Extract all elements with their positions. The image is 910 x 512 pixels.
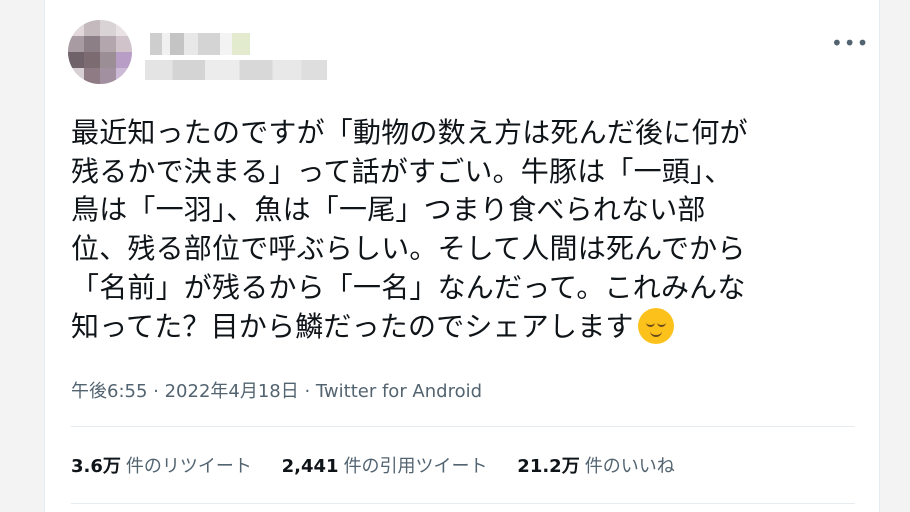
- like-count-value: 21.2万: [517, 456, 580, 477]
- avatar[interactable]: [68, 20, 132, 84]
- relieved-face-icon: [637, 307, 674, 344]
- tweet-text-line: 位、残る部位で呼ぶらしい。そして人間は死んでから: [71, 232, 746, 266]
- divider: [71, 503, 855, 504]
- tweet-card: ••• 最近知ったのですが「動物の数え方は死んだ後に何が 残るかで決まる」って話…: [44, 0, 880, 512]
- like-count-label: 件のいいね: [584, 456, 675, 477]
- retweet-count-value: 3.6万: [71, 456, 121, 477]
- tweet-text: 最近知ったのですが「動物の数え方は死んだ後に何が 残るかで決まる」って話がすごい…: [71, 114, 861, 346]
- divider: [71, 426, 855, 427]
- retweet-count[interactable]: 3.6万 件のリツイート: [71, 452, 252, 478]
- username-blurred[interactable]: [145, 60, 327, 80]
- tweet-timestamp[interactable]: 午後6:55 · 2022年4月18日 · Twitter for Androi…: [71, 377, 482, 403]
- tweet-text-line: 鳥は「一羽」、魚は「一尾」つまり食べられない部: [71, 193, 706, 227]
- quote-count-value: 2,441: [281, 456, 339, 477]
- more-icon[interactable]: •••: [831, 33, 868, 53]
- retweet-count-label: 件のリツイート: [125, 456, 252, 477]
- quote-count-label: 件の引用ツイート: [343, 456, 488, 477]
- like-count[interactable]: 21.2万 件のいいね: [517, 452, 674, 478]
- display-name-blurred[interactable]: [150, 33, 250, 55]
- tweet-text-line: 残るかで決まる」って話がすごい。牛豚は「一頭」、: [71, 154, 733, 188]
- quote-tweet-count[interactable]: 2,441 件の引用ツイート: [282, 452, 488, 478]
- engagement-stats: 3.6万 件のリツイート 2,441 件の引用ツイート 21.2万 件のいいね: [71, 452, 699, 478]
- tweet-text-line: 知ってた？目から鱗だったのでシェアします: [71, 309, 634, 343]
- tweet-text-line: 「名前」が残るから「一名」なんだって。これみんな: [71, 270, 746, 304]
- tweet-text-line: 最近知ったのですが「動物の数え方は死んだ後に何が: [71, 116, 748, 149]
